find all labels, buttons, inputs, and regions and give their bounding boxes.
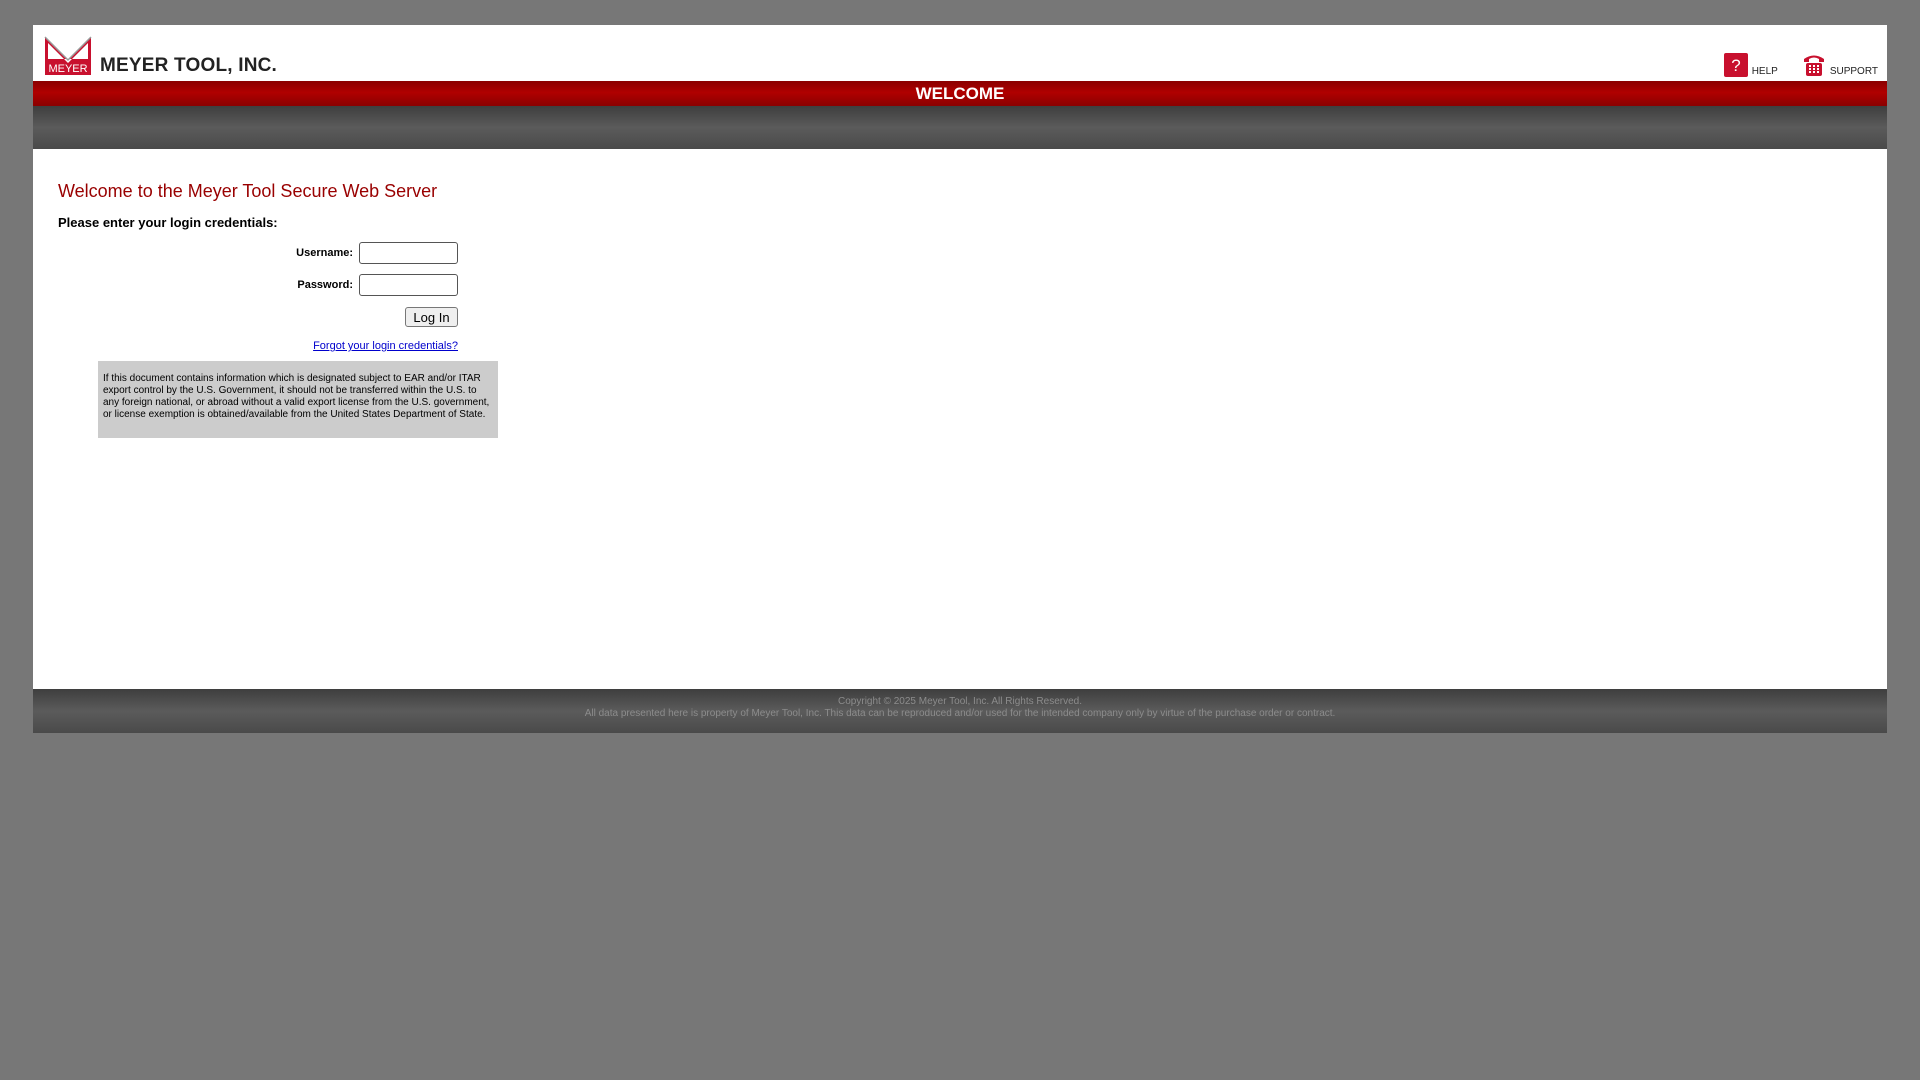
main-content: Welcome to the Meyer Tool Secure Web Ser… — [33, 149, 1887, 689]
footer: Copyright © 2025 Meyer Tool, Inc. All Ri… — [33, 689, 1887, 733]
meyer-logo-icon: MEYER — [44, 35, 92, 75]
welcome-heading: Welcome to the Meyer Tool Secure Web Ser… — [58, 181, 438, 201]
header: MEYER MEYER TOOL, INC. ? HELP SUPPORT — [33, 25, 1887, 81]
company-name: MEYER TOOL, INC. — [100, 55, 278, 76]
password-label: Password: — [297, 279, 353, 291]
support-link[interactable]: SUPPORT — [1802, 53, 1878, 77]
username-row: Username: — [33, 242, 458, 266]
header-links: ? HELP SUPPORT — [1700, 53, 1878, 77]
forgot-credentials-link[interactable]: Forgot your login credentials? — [313, 340, 458, 352]
password-input[interactable] — [359, 274, 458, 296]
company-logo[interactable]: MEYER MEYER TOOL, INC. — [44, 35, 277, 75]
phone-icon — [1803, 55, 1824, 76]
page-frame: MEYER MEYER TOOL, INC. ? HELP SUPPORT WE… — [33, 25, 1887, 733]
footer-disclaimer: All data presented here is property of M… — [584, 708, 1336, 719]
username-label: Username: — [296, 247, 353, 259]
page-title-bar: WELCOME — [33, 81, 1887, 106]
nav-bar — [33, 106, 1887, 149]
help-link[interactable]: ? HELP — [1723, 53, 1778, 77]
help-label: HELP — [1751, 66, 1778, 77]
username-input[interactable] — [359, 242, 458, 264]
login-prompt: Please enter your login credentials: — [58, 215, 278, 230]
export-control-notice: If this document contains information wh… — [98, 361, 498, 438]
support-label: SUPPORT — [1829, 66, 1878, 77]
question-mark-icon: ? — [1723, 53, 1748, 77]
password-row: Password: — [33, 274, 458, 298]
svg-text:MEYER: MEYER — [48, 63, 87, 75]
copyright-text: Copyright © 2025 Meyer Tool, Inc. All Ri… — [838, 696, 1082, 707]
page-title: WELCOME — [915, 84, 1005, 103]
login-button[interactable]: Log In — [405, 307, 458, 327]
svg-text:?: ? — [1731, 56, 1740, 75]
